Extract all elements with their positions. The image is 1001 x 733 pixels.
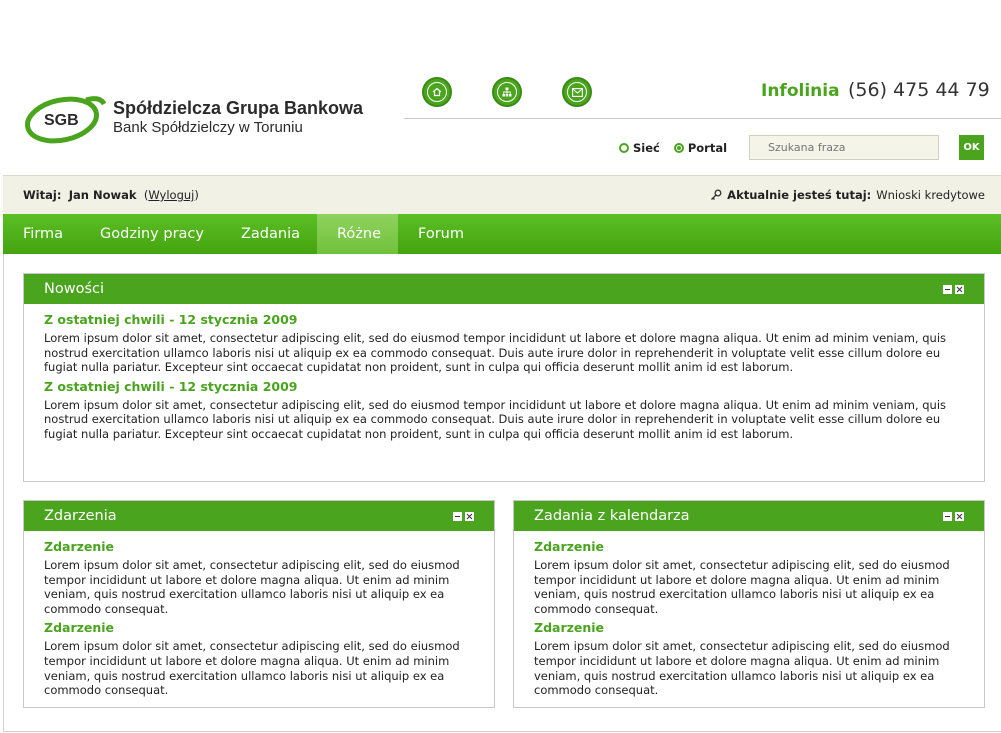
close-icon[interactable] (465, 512, 474, 521)
scope-radio-siec[interactable]: Sieć (619, 141, 660, 155)
entry-title[interactable]: Zdarzenie (44, 539, 474, 554)
minimize-icon[interactable] (943, 512, 952, 521)
quick-links (422, 77, 602, 109)
nav-item-forum[interactable]: Forum (398, 214, 481, 254)
search-input[interactable] (749, 135, 939, 160)
entry-title[interactable]: Zdarzenie (44, 620, 474, 635)
entry-title[interactable]: Zdarzenie (534, 539, 964, 554)
panel-title: Zdarzenia (44, 508, 117, 524)
close-icon[interactable] (955, 285, 964, 294)
panel-body: Zdarzenie Lorem ipsum dolor sit amet, co… (514, 531, 984, 698)
sitemap-button[interactable] (492, 77, 522, 107)
entry-title[interactable]: Z ostatniej chwili - 12 stycznia 2009 (44, 379, 964, 394)
calendar-panel: Zadania z kalendarza Zdarzenie Lorem ips… (513, 500, 985, 708)
panel-controls (453, 512, 474, 521)
entry-text: Lorem ipsum dolor sit amet, consectetur … (534, 558, 950, 616)
panel-title: Zadania z kalendarza (534, 508, 690, 524)
search-ok-button[interactable]: OK (959, 135, 984, 160)
entry-text: Lorem ipsum dolor sit amet, consectetur … (44, 331, 947, 375)
minimize-icon[interactable] (943, 285, 952, 294)
mail-button[interactable] (562, 77, 592, 107)
bank-logo[interactable]: SGB Spółdzielcza Grupa Bankowa Bank Spół… (24, 94, 374, 146)
nav-item-godziny-pracy[interactable]: Godziny pracy (80, 214, 221, 254)
main-nav: Firma Godziny pracy Zadania Różne Forum (3, 214, 1001, 254)
close-icon[interactable] (955, 512, 964, 521)
breadcrumb-current: Wnioski kredytowe (876, 188, 985, 202)
mail-icon (571, 87, 583, 97)
nav-item-rozne[interactable]: Różne (316, 214, 399, 254)
radio-button[interactable] (619, 143, 629, 153)
infolinia-label: Infolinia (761, 81, 840, 101)
entry-title[interactable]: Zdarzenie (534, 620, 964, 635)
entry-text: Lorem ipsum dolor sit amet, consectetur … (44, 397, 947, 441)
home-icon (432, 87, 442, 97)
phone-number: (56) 475 44 79 (848, 79, 990, 101)
scope-radio-portal[interactable]: Portal (673, 141, 727, 155)
sitemap-icon (502, 87, 512, 97)
entry-text: Lorem ipsum dolor sit amet, consectetur … (44, 558, 460, 616)
panel-controls (943, 285, 964, 294)
entry-title[interactable]: Z ostatniej chwili - 12 stycznia 2009 (44, 312, 964, 327)
user-bar: Witaj: Jan Nowak (Wyloguj) Aktualnie jes… (3, 175, 1001, 214)
news-panel: Nowości Z ostatniej chwili - 12 stycznia… (23, 273, 985, 482)
panel-header: Nowości (24, 274, 984, 304)
key-icon (711, 189, 722, 200)
panel-controls (943, 512, 964, 521)
brand-name: Spółdzielcza Grupa Bankowa (113, 98, 364, 118)
home-button[interactable] (422, 77, 452, 107)
radio-button-selected[interactable] (673, 143, 684, 153)
entry-text: Lorem ipsum dolor sit amet, consectetur … (534, 639, 950, 698)
logout-link[interactable]: Wyloguj (148, 188, 194, 202)
svg-text:SGB: SGB (44, 112, 79, 129)
nav-item-firma[interactable]: Firma (3, 214, 80, 254)
panel-title: Nowości (44, 281, 105, 297)
panel-header: Zadania z kalendarza (514, 501, 984, 531)
panel-body: Z ostatniej chwili - 12 stycznia 2009 Lo… (24, 304, 984, 442)
events-panel: Zdarzenia Zdarzenie Lorem ipsum dolor si… (23, 500, 495, 708)
search-scope: Sieć Portal (619, 141, 727, 155)
user-greeting: Witaj: Jan Nowak (Wyloguj) (23, 188, 199, 202)
entry-text: Lorem ipsum dolor sit amet, consectetur … (44, 639, 460, 698)
user-name: Jan Nowak (68, 188, 137, 202)
nav-item-zadania[interactable]: Zadania (221, 214, 317, 254)
sgb-logo-mark: SGB (25, 96, 106, 144)
panel-header: Zdarzenia (24, 501, 494, 531)
header-divider (404, 118, 1001, 119)
panel-body: Zdarzenie Lorem ipsum dolor sit amet, co… (24, 531, 494, 698)
minimize-icon[interactable] (453, 512, 462, 521)
brand-subtitle: Bank Spółdzielczy w Toruniu (113, 119, 303, 136)
breadcrumb: Aktualnie jesteś tutaj: Wnioski kredytow… (710, 188, 985, 202)
